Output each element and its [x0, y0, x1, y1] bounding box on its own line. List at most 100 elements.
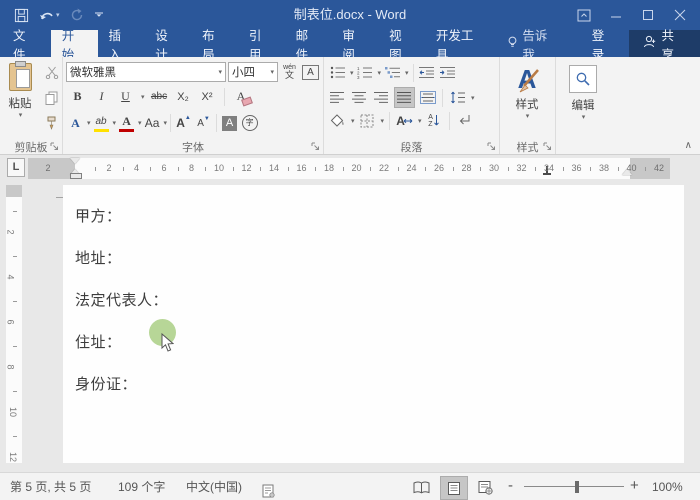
numbering-button[interactable]: 123 — [356, 63, 375, 82]
line-spacing-button[interactable] — [448, 88, 467, 107]
bold-button[interactable]: B — [68, 87, 87, 106]
bullets-button[interactable] — [328, 63, 347, 82]
justify-button[interactable] — [394, 87, 415, 108]
zoom-in-button[interactable]: + — [630, 473, 639, 500]
increase-indent-button[interactable] — [439, 63, 458, 82]
character-scaling-caret[interactable]: ▾ — [418, 117, 422, 125]
decrease-indent-button[interactable] — [418, 63, 437, 82]
collapse-ribbon-button[interactable]: ∧ — [685, 140, 692, 151]
vertical-ruler[interactable]: 24681012 — [6, 185, 22, 463]
customize-qat-button[interactable] — [94, 10, 104, 20]
word-count[interactable]: 109 个字 — [118, 473, 165, 500]
undo-dropdown-caret[interactable]: ▾ — [56, 11, 60, 19]
borders-caret[interactable]: ▾ — [381, 117, 385, 125]
italic-button[interactable]: I — [92, 87, 111, 106]
strikethrough-button[interactable]: abc — [150, 87, 169, 106]
font-color-button[interactable]: A — [117, 112, 136, 134]
left-indent-marker[interactable] — [70, 173, 82, 179]
align-left-button[interactable] — [328, 88, 347, 107]
close-button[interactable] — [666, 3, 694, 27]
tab-sign-in[interactable]: 登录 — [581, 30, 628, 57]
tab-layout[interactable]: 布局 — [191, 30, 238, 57]
styles-dialog-launcher[interactable] — [543, 142, 553, 152]
underline-button[interactable]: U — [116, 87, 135, 106]
change-case-button[interactable]: Aa — [143, 114, 162, 133]
tab-share[interactable]: 共享 — [629, 30, 700, 57]
paste-dropdown-caret[interactable]: ▾ — [19, 111, 23, 119]
text-effects-button[interactable]: A — [66, 114, 85, 133]
tab-file[interactable]: 文件 — [0, 30, 51, 57]
shading-button[interactable] — [328, 111, 347, 130]
character-border-button[interactable]: A — [301, 63, 320, 82]
styles-button[interactable]: A 样式 ▾ — [504, 62, 550, 136]
font-size-combo[interactable]: 小四 ▾ — [228, 62, 278, 82]
editing-caret[interactable]: ▾ — [582, 113, 586, 121]
bullets-caret[interactable]: ▾ — [350, 69, 354, 77]
character-scaling-button[interactable]: A — [395, 111, 414, 130]
copy-button[interactable] — [42, 88, 61, 107]
language-indicator[interactable]: 中文(中国) — [186, 473, 242, 500]
superscript-button[interactable]: X² — [198, 87, 217, 106]
shading-caret[interactable]: ▾ — [351, 117, 355, 125]
font-name-combo[interactable]: 微软雅黑 ▾ — [66, 62, 226, 82]
undo-button[interactable]: ▾ — [39, 9, 60, 22]
read-mode-button[interactable] — [408, 476, 434, 498]
cut-button[interactable] — [42, 63, 61, 82]
tab-developer[interactable]: 开发工具 — [425, 30, 497, 57]
change-case-caret[interactable]: ▾ — [164, 119, 168, 127]
page-indicator[interactable]: 第 5 页, 共 5 页 — [10, 473, 91, 500]
grow-font-button[interactable]: A▲ — [174, 114, 193, 133]
clipboard-dialog-launcher[interactable] — [50, 142, 60, 152]
tab-review[interactable]: 审阅 — [331, 30, 378, 57]
phonetic-guide-button[interactable]: wén文 — [280, 63, 299, 82]
redo-button[interactable] — [70, 8, 84, 22]
zoom-slider-track[interactable] — [524, 486, 624, 487]
zoom-slider-handle[interactable] — [575, 481, 579, 493]
font-name-caret[interactable]: ▾ — [218, 68, 222, 76]
zoom-out-button[interactable]: - — [508, 473, 513, 500]
first-line-indent-marker[interactable] — [70, 158, 80, 164]
tab-view[interactable]: 视图 — [378, 30, 425, 57]
clear-formatting-button[interactable]: A — [232, 87, 251, 106]
maximize-button[interactable] — [634, 3, 662, 27]
underline-caret[interactable]: ▾ — [141, 93, 145, 101]
multilevel-caret[interactable]: ▾ — [405, 69, 409, 77]
editing-button[interactable]: 编辑 ▾ — [560, 62, 606, 136]
tab-home[interactable]: 开始 — [51, 30, 98, 57]
text-effects-caret[interactable]: ▾ — [87, 119, 91, 127]
borders-button[interactable] — [358, 111, 377, 130]
highlight-color-button[interactable]: ab — [92, 112, 111, 134]
paste-button[interactable]: 粘贴 ▾ — [3, 61, 37, 137]
sort-button[interactable]: AZ — [425, 111, 444, 130]
format-painter-button[interactable] — [42, 113, 61, 132]
numbering-caret[interactable]: ▾ — [378, 69, 382, 77]
font-dialog-launcher[interactable] — [311, 142, 321, 152]
distribute-button[interactable] — [418, 88, 437, 107]
tab-selector[interactable]: L — [7, 158, 25, 177]
tab-design[interactable]: 设计 — [144, 30, 191, 57]
macro-record-icon[interactable] — [262, 480, 275, 494]
highlight-caret[interactable]: ▾ — [113, 119, 117, 127]
tab-references[interactable]: 引用 — [238, 30, 285, 57]
subscript-button[interactable]: X₂ — [174, 87, 193, 106]
multilevel-list-button[interactable] — [383, 63, 402, 82]
tab-tell-me[interactable]: 告诉我... — [496, 30, 580, 57]
show-hide-marks-button[interactable] — [455, 111, 474, 130]
align-right-button[interactable] — [372, 88, 391, 107]
font-color-caret[interactable]: ▾ — [138, 119, 142, 127]
minimize-button[interactable] — [602, 3, 630, 27]
zoom-level[interactable]: 100% — [652, 473, 683, 500]
web-layout-button[interactable] — [472, 476, 498, 498]
save-icon[interactable] — [14, 8, 29, 23]
tab-mailings[interactable]: 邮件 — [285, 30, 332, 57]
shrink-font-button[interactable]: A▼ — [194, 114, 213, 133]
tab-insert[interactable]: 插入 — [98, 30, 145, 57]
styles-caret[interactable]: ▾ — [526, 112, 530, 120]
horizontal-ruler[interactable]: 246810121416182022242628303234363840422 — [28, 158, 670, 179]
line-spacing-caret[interactable]: ▾ — [471, 94, 475, 102]
font-size-caret[interactable]: ▾ — [270, 68, 274, 76]
enclose-characters-button[interactable]: 字 — [240, 114, 259, 133]
print-layout-button[interactable] — [440, 476, 468, 500]
align-center-button[interactable] — [350, 88, 369, 107]
document-page[interactable]: 身份证：住址：法定代表人：地址：甲方： — [63, 185, 684, 463]
